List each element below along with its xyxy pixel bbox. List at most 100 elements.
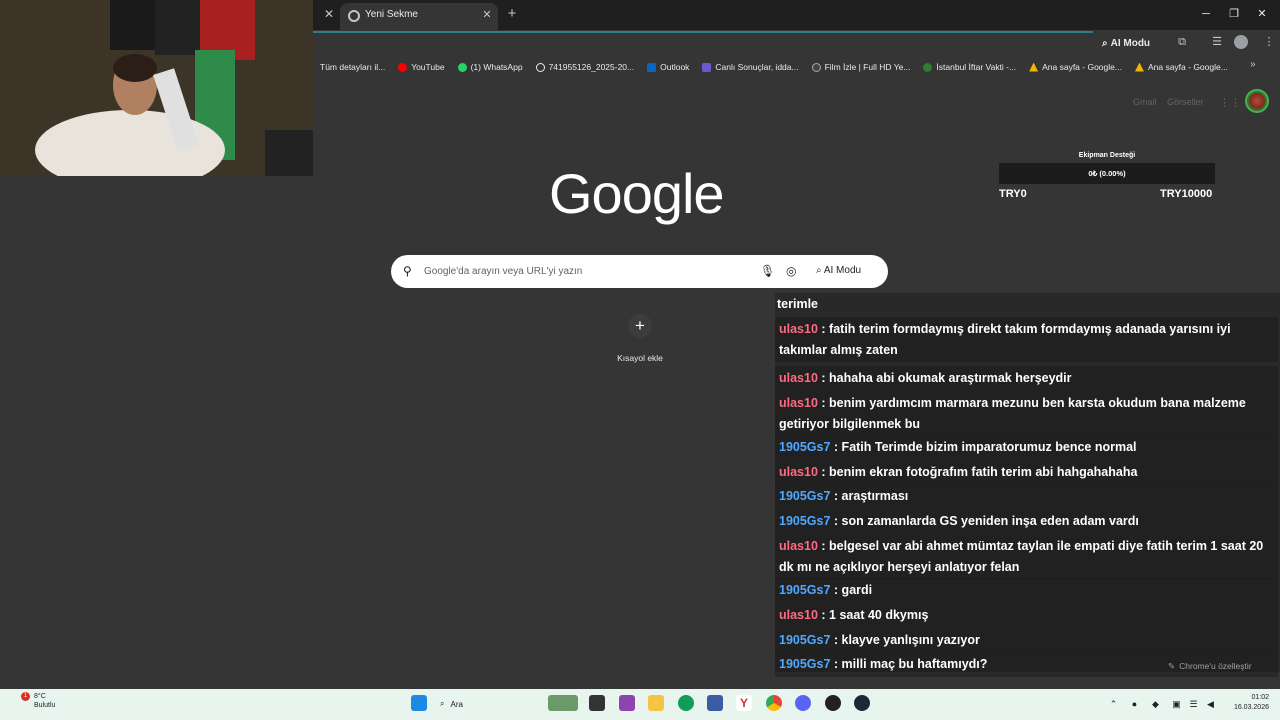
chat-text: : benim ekran fotoğrafım fatih terim abi… <box>821 465 1138 479</box>
network-icon[interactable]: ☰ <box>1188 699 1199 709</box>
chat-text: : 1 saat 40 dkymış <box>821 608 929 622</box>
bookmark-label: 741955126_2025-20... <box>548 62 635 72</box>
donation-goal-title: Ekipman Desteği <box>1078 152 1136 159</box>
sparkle-search-icon: ⌕ <box>1102 37 1108 49</box>
new-tab-button[interactable]: + <box>505 6 519 22</box>
edge-icon[interactable] <box>678 695 694 711</box>
volume-icon[interactable]: ◀ <box>1205 699 1216 709</box>
chat-message: ulas10 : 1 saat 40 dkymış <box>775 603 1278 628</box>
close-window-icon[interactable]: ✕ <box>1252 6 1272 22</box>
bookmark-label: Ana sayfa - Google... <box>1042 62 1122 72</box>
ai-mode-button[interactable]: ⌕ AI Modu <box>1102 34 1150 52</box>
omnibox-focus-line <box>313 31 1093 33</box>
gmail-link[interactable]: Gmail <box>1133 97 1157 107</box>
google-apps-icon[interactable]: ⋮⋮ <box>1219 96 1241 109</box>
bookmark-item[interactable]: Tüm detayları il... <box>320 62 385 72</box>
chat-username: 1905Gs7 <box>779 440 831 454</box>
reading-list-icon[interactable]: ☰ <box>1209 35 1225 49</box>
bookmark-item[interactable]: Canlı Sonuçlar, idda... <box>702 62 799 72</box>
yandex-icon[interactable]: Y <box>736 695 752 711</box>
notification-badge: 1 <box>21 692 30 701</box>
tab-new-tab[interactable]: Yeni Sekme ✕ <box>340 3 498 30</box>
taskbar-search-label: Ara <box>450 699 463 709</box>
chat-message: ulas10 : belgesel var abi ahmet mümtaz t… <box>775 534 1278 579</box>
chat-text: : milli maç bu haftamıydı? <box>833 657 988 671</box>
tab-title: Yeni Sekme <box>365 9 418 20</box>
chat-text: : araştırması <box>833 489 909 503</box>
globe-icon <box>535 62 545 72</box>
chat-text: : fatih terim formdaymış direkt takım fo… <box>779 322 1231 357</box>
iftar-icon <box>923 62 933 72</box>
microphone-icon[interactable]: 🎙 <box>760 264 775 278</box>
chat-text: : son zamanlarda GS yeniden inşa eden ad… <box>833 514 1139 528</box>
bookmark-label: YouTube <box>411 62 445 72</box>
file-explorer-icon[interactable] <box>648 695 664 711</box>
steam-icon[interactable] <box>854 695 870 711</box>
webcam-overlay <box>0 0 313 176</box>
bookmark-item[interactable]: Film İzle | Full HD Ye... <box>811 62 910 72</box>
chat-username: 1905Gs7 <box>779 514 831 528</box>
bookmark-item[interactable]: Ana sayfa - Google... <box>1029 62 1122 72</box>
tray-app-icon[interactable]: ● <box>1129 699 1140 709</box>
add-shortcut-button[interactable]: + <box>628 314 652 338</box>
task-view-icon[interactable] <box>589 695 605 711</box>
windows-start-icon[interactable] <box>411 695 427 711</box>
bookmark-item[interactable]: YouTube <box>398 62 445 72</box>
google-drive-icon <box>1134 62 1144 72</box>
bookmark-label: Ana sayfa - Google... <box>1147 62 1228 72</box>
chat-message: ulas10 : benim ekran fotoğrafım fatih te… <box>775 460 1278 485</box>
profile-avatar[interactable] <box>1234 35 1248 49</box>
search-highlight-icon[interactable] <box>548 695 578 711</box>
extensions-icon[interactable]: ⧉ <box>1174 35 1190 49</box>
bookmark-item[interactable]: İstanbul İftar Vakti -... <box>923 62 1016 72</box>
bookmark-label: Outlook <box>660 62 690 72</box>
donation-progress-text: 0₺ (0.00%) <box>1088 169 1126 178</box>
tray-overflow-icon[interactable]: ⌃ <box>1108 699 1119 709</box>
chrome-icon[interactable] <box>766 695 782 711</box>
account-avatar[interactable] <box>1245 89 1269 113</box>
bookmark-label: (1) WhatsApp <box>470 62 523 72</box>
chat-message: ulas10 : hahaha abi okumak araştırmak he… <box>775 366 1278 391</box>
copilot-icon[interactable] <box>619 695 635 711</box>
minimize-icon[interactable]: ─ <box>1196 6 1216 22</box>
tray-app-icon[interactable]: ◆ <box>1150 699 1161 709</box>
store-icon[interactable] <box>707 695 723 711</box>
bookmark-item[interactable]: Ana sayfa - Google... <box>1134 62 1228 72</box>
bookmarks-more-icon[interactable]: » <box>1250 59 1256 70</box>
taskbar-search[interactable]: ⌕ Ara <box>440 696 540 712</box>
bookmark-item[interactable]: Outlook <box>647 62 689 72</box>
close-tab-icon[interactable]: ✕ <box>480 8 494 22</box>
bookmark-item[interactable]: 741955126_2025-20... <box>535 62 635 72</box>
bookmark-item[interactable]: (1) WhatsApp <box>457 62 523 72</box>
chat-text: : belgesel var abi ahmet mümtaz taylan i… <box>779 539 1264 574</box>
clock[interactable]: 01:02 16.03.2026 <box>1225 693 1269 713</box>
menu-icon[interactable]: ⋮ <box>1261 35 1277 49</box>
chat-message: ulas10 : benim yardımcım marmara mezunu … <box>775 391 1278 436</box>
clock-date: 16.03.2026 <box>1233 704 1269 711</box>
add-shortcut-label: Kısayol ekle <box>617 353 663 363</box>
search-box[interactable]: ⚲ Google'da arayın veya URL'yi yazın 🎙 ◎… <box>391 255 888 288</box>
bookmark-label: Tüm detayları il... <box>320 62 386 72</box>
chat-message: 1905Gs7 : son zamanlarda GS yeniden inşa… <box>775 509 1278 534</box>
chat-username: 1905Gs7 <box>779 633 831 647</box>
discord-icon[interactable] <box>795 695 811 711</box>
weather-desc: Bulutlu <box>34 702 56 709</box>
close-tab-icon[interactable]: ✕ <box>322 7 336 21</box>
obs-icon[interactable] <box>825 695 841 711</box>
customize-chrome-button[interactable]: ✎ Chrome'u özelleştir <box>1168 657 1272 675</box>
customize-label: Chrome'u özelleştir <box>1179 661 1252 671</box>
images-link[interactable]: Görseller <box>1167 97 1204 107</box>
ai-mode-search-button[interactable]: ⌕ AI Modu <box>816 265 861 276</box>
google-lens-icon[interactable]: ◎ <box>786 264 800 278</box>
chat-username: ulas10 <box>779 396 818 410</box>
chat-text: : Fatih Terimde bizim imparatorumuz benc… <box>833 440 1137 454</box>
chat-message: ulas10 : fatih terim formdaymış direkt t… <box>775 317 1278 362</box>
clock-time: 01:02 <box>1251 694 1269 701</box>
youtube-icon <box>398 62 408 72</box>
maximize-icon[interactable]: ❐ <box>1224 6 1244 22</box>
weather-widget[interactable]: 1 8°C Bulutlu <box>18 692 55 710</box>
chat-username: ulas10 <box>779 322 818 336</box>
bookmarks-bar: Tüm detayları il... YouTube (1) WhatsApp… <box>313 57 1280 77</box>
taskbar <box>0 689 1280 720</box>
tray-app-icon[interactable]: ▣ <box>1171 699 1182 709</box>
